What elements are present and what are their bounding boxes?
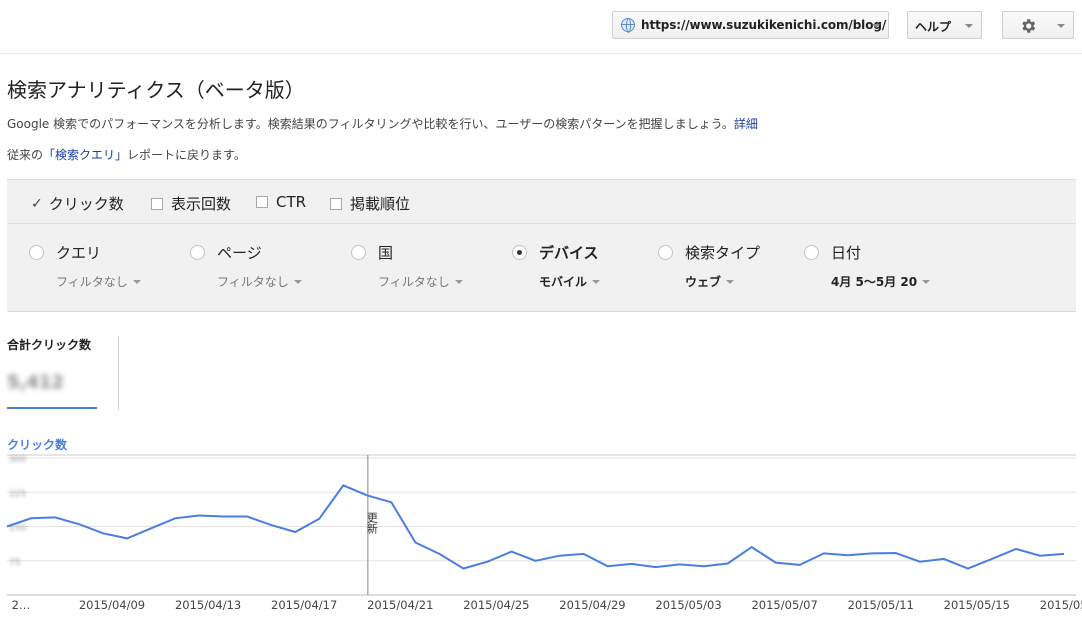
radio-button[interactable] xyxy=(658,245,673,260)
x-tick-label: 2… xyxy=(12,598,31,612)
radio-button[interactable] xyxy=(351,245,366,260)
metric-label: 掲載順位 xyxy=(350,195,411,213)
site-url: https://www.suzukikenichi.com/blog/ xyxy=(641,18,887,32)
y-tick-label: 300 xyxy=(9,455,26,465)
details-link[interactable]: 詳細 xyxy=(734,117,758,131)
filter-value: フィルタなし xyxy=(56,275,128,289)
filter-value: フィルタなし xyxy=(217,275,289,289)
dimension-search-type[interactable]: 検索タイプ ウェブ xyxy=(658,242,760,290)
dimension-label: デバイス xyxy=(539,244,599,262)
legacy-report-note: 従来の「検索クエリ」レポートに戻ります。 xyxy=(7,146,246,163)
radio-button[interactable] xyxy=(512,245,527,260)
x-tick-label: 2015/04/29 xyxy=(559,598,625,612)
total-clicks-label: 合計クリック数 xyxy=(7,338,92,352)
dimension-filter[interactable]: フィルタなし xyxy=(56,273,141,290)
dimension-label: 検索タイプ xyxy=(685,244,761,262)
x-tick-label: 2015/05/19 xyxy=(1040,598,1082,612)
chevron-down-icon xyxy=(132,279,141,284)
y-tick-label: 225 xyxy=(9,489,26,499)
radio-button[interactable] xyxy=(190,245,205,260)
dimension-device[interactable]: デバイス モバイル xyxy=(512,242,601,290)
total-clicks-value: 5,412 xyxy=(7,372,64,393)
clicks-line-chart[interactable]: 30022515075更新2… 2015/04/09 2015/04/13 2015/… xyxy=(0,454,1082,620)
x-tick-label: 2015/05/03 xyxy=(655,598,721,612)
legacy-suffix: レポートに戻ります。 xyxy=(127,148,246,162)
check-icon: ✓ xyxy=(31,195,43,212)
dimension-filter[interactable]: フィルタなし xyxy=(378,273,463,290)
help-label: ヘルプ xyxy=(915,20,952,34)
metric-position[interactable]: 掲載順位 xyxy=(330,193,410,214)
dimension-query[interactable]: クエリ フィルタなし xyxy=(29,242,141,290)
filter-value: 4月 5〜5月 20 xyxy=(831,275,918,289)
metric-ctr[interactable]: CTR xyxy=(256,193,306,211)
top-bar: https://www.suzukikenichi.com/blog/ ヘルプ xyxy=(0,0,1082,54)
chevron-down-icon xyxy=(872,24,880,28)
dimension-label: 国 xyxy=(378,244,394,262)
legacy-prefix: 従来の xyxy=(7,148,44,162)
checkbox[interactable] xyxy=(330,197,342,210)
chart-series-label: クリック数 xyxy=(7,438,68,452)
filter-value: フィルタなし xyxy=(378,275,450,289)
x-tick-label: 2015/05/15 xyxy=(944,598,1010,612)
filter-value: モバイル xyxy=(539,275,588,289)
divider xyxy=(118,336,119,410)
y-tick-label: 75 xyxy=(9,558,20,568)
chevron-down-icon xyxy=(293,279,302,284)
x-tick-label: 2015/04/25 xyxy=(463,598,529,612)
chevron-down-icon xyxy=(454,279,463,284)
annotation-label: 更新 xyxy=(365,512,378,534)
dimension-country[interactable]: 国 フィルタなし xyxy=(351,242,463,290)
x-tick-label: 2015/05/11 xyxy=(848,598,914,612)
metric-clicks[interactable]: ✓ クリック数 xyxy=(31,193,124,214)
metric-label: CTR xyxy=(276,193,307,211)
site-selector[interactable]: https://www.suzukikenichi.com/blog/ xyxy=(612,11,889,39)
checkbox[interactable] xyxy=(256,196,268,208)
radio-button[interactable] xyxy=(29,245,44,260)
dimension-filter[interactable]: 4月 5〜5月 20 xyxy=(831,273,931,290)
page-title: 検索アナリティクス（ベータ版） xyxy=(7,78,305,102)
page-description: Google 検索でのパフォーマンスを分析します。検索結果のフィルタリングや比較… xyxy=(7,115,758,132)
dimension-page[interactable]: ページ フィルタなし xyxy=(190,242,302,290)
x-tick-label: 2015/04/17 xyxy=(271,598,337,612)
dimension-label: クエリ xyxy=(56,244,102,262)
chevron-down-icon xyxy=(965,24,973,28)
help-button[interactable]: ヘルプ xyxy=(907,11,982,39)
dimension-filter[interactable]: ウェブ xyxy=(685,273,760,290)
metric-label: 表示回数 xyxy=(171,195,232,213)
chevron-down-icon xyxy=(1057,24,1065,28)
checkbox[interactable] xyxy=(151,197,163,210)
total-selected-indicator xyxy=(7,407,97,409)
dimension-label: ページ xyxy=(217,244,262,262)
x-tick-label: 2015/04/21 xyxy=(367,598,433,612)
filter-panel: ✓ クリック数 表示回数 CTR 掲載順位 クエリ フィルタなし ページ フィル… xyxy=(7,179,1076,312)
search-queries-link[interactable]: 「検索クエリ」 xyxy=(43,148,127,162)
chevron-down-icon xyxy=(592,279,601,284)
dimension-filter[interactable]: モバイル xyxy=(539,273,601,290)
dimension-label: 日付 xyxy=(831,244,862,262)
dimension-filter[interactable]: フィルタなし xyxy=(217,273,302,290)
metric-row: ✓ クリック数 表示回数 CTR 掲載順位 xyxy=(7,180,1076,224)
dimension-date[interactable]: 日付 4月 5〜5月 20 xyxy=(804,242,931,290)
settings-button[interactable] xyxy=(1002,11,1074,39)
radio-button[interactable] xyxy=(804,245,819,260)
x-tick-label: 2015/04/13 xyxy=(175,598,241,612)
metric-label: クリック数 xyxy=(48,195,124,213)
metric-impressions[interactable]: 表示回数 xyxy=(151,193,231,214)
globe-icon xyxy=(621,18,635,33)
chevron-down-icon xyxy=(726,279,735,284)
filter-value: ウェブ xyxy=(685,275,722,289)
gear-icon xyxy=(1022,19,1036,33)
chevron-down-icon xyxy=(922,279,931,284)
description-text: Google 検索でのパフォーマンスを分析します。検索結果のフィルタリングや比較… xyxy=(7,117,734,131)
x-tick-label: 2015/04/09 xyxy=(79,598,145,612)
x-tick-label: 2015/05/07 xyxy=(751,598,817,612)
